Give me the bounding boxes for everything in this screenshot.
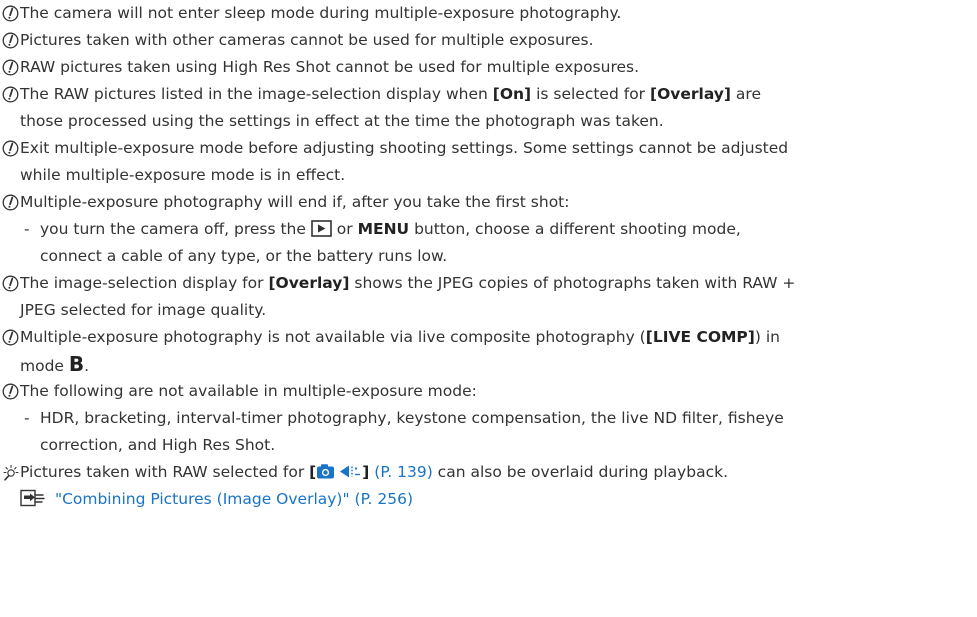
sub-text-part: connect a cable of any type, or the batt…	[40, 247, 448, 265]
sub-text-part: correction, and High Res Shot.	[40, 436, 276, 454]
note-text: The image-selection display for [Overlay…	[0, 270, 960, 324]
sub-item: - HDR, bracketing, interval-timer photog…	[20, 405, 960, 459]
sub-text-part: you turn the camera off, press the	[40, 220, 311, 238]
caution-icon	[2, 140, 19, 157]
note-text: The following are not available in multi…	[20, 382, 477, 400]
sub-dash: -	[24, 220, 30, 238]
bracket-open: [	[309, 463, 317, 481]
menu-option-overlay: [Overlay]	[268, 274, 350, 292]
sub-item-text: HDR, bracketing, interval-timer photogra…	[20, 405, 960, 459]
note-text-part: Exit multiple-exposure mode before adjus…	[20, 139, 789, 157]
sub-item-text: you turn the camera off, press the or ME…	[20, 216, 960, 270]
playback-button-icon	[311, 220, 332, 237]
note-text: The camera will not enter sleep mode dur…	[20, 4, 622, 22]
caution-icon	[2, 5, 19, 22]
tip-lightbulb-icon	[3, 464, 19, 481]
reference-hand-icon	[20, 489, 45, 507]
note-text-part: The RAW pictures listed in the image-sel…	[20, 85, 493, 103]
caution-note: Pictures taken with other cameras cannot…	[0, 27, 960, 54]
mode-b-symbol: B	[68, 352, 85, 376]
caution-note: The camera will not enter sleep mode dur…	[0, 0, 960, 27]
menu-option-live-comp: [LIVE COMP]	[645, 328, 755, 346]
caution-icon	[2, 86, 19, 103]
caution-note: The RAW pictures listed in the image-sel…	[0, 81, 960, 135]
caution-icon	[2, 59, 19, 76]
note-text: Exit multiple-exposure mode before adjus…	[0, 135, 960, 189]
caution-note: The image-selection display for [Overlay…	[0, 270, 960, 324]
note-text: Multiple-exposure photography will end i…	[20, 193, 570, 211]
tip-text: Pictures taken with RAW selected for [] …	[0, 459, 960, 486]
note-text: Pictures taken with other cameras cannot…	[20, 31, 594, 49]
tip-note: Pictures taken with RAW selected for [] …	[0, 459, 960, 486]
note-text: The RAW pictures listed in the image-sel…	[0, 81, 960, 135]
note-text-part: is selected for	[531, 85, 650, 103]
camera-image-quality-icon	[317, 464, 361, 479]
note-text-part: mode	[20, 357, 69, 375]
tip-text-part: can also be overlaid during playback.	[432, 463, 728, 481]
menu-button-label: MENU	[357, 220, 410, 238]
caution-note: RAW pictures taken using High Res Shot c…	[0, 54, 960, 81]
cross-reference: "Combining Pictures (Image Overlay)" (P.…	[20, 486, 413, 513]
caution-note: Multiple-exposure photography will end i…	[0, 189, 960, 216]
note-text-part: Multiple-exposure photography is not ava…	[20, 328, 646, 346]
manual-page: The camera will not enter sleep mode dur…	[0, 0, 977, 617]
note-text: Multiple-exposure photography is not ava…	[0, 324, 960, 380]
note-text: RAW pictures taken using High Res Shot c…	[20, 58, 640, 76]
note-text-part: shows the JPEG copies of photographs tak…	[349, 274, 796, 292]
sub-text-part: HDR, bracketing, interval-timer photogra…	[40, 409, 784, 427]
sub-dash: -	[24, 409, 30, 427]
tip-text-part: Pictures taken with RAW selected for	[20, 463, 310, 481]
note-text-part: those processed using the settings in ef…	[20, 112, 664, 130]
note-text-part: JPEG selected for image quality.	[20, 301, 267, 319]
caution-icon	[2, 32, 19, 49]
note-text-part: while multiple-exposure mode is in effec…	[20, 166, 346, 184]
note-text-part: are	[731, 85, 761, 103]
page-139-link[interactable]: (P. 139)	[374, 463, 432, 481]
caution-note: Multiple-exposure photography is not ava…	[0, 324, 960, 380]
caution-icon	[2, 275, 19, 292]
sub-text-part: button, choose a different shooting mode…	[409, 220, 741, 238]
note-text-part: The image-selection display for	[20, 274, 269, 292]
menu-option-overlay: [Overlay]	[649, 85, 731, 103]
sub-text-part: or	[331, 220, 358, 238]
caution-icon	[2, 194, 19, 211]
note-text-part: .	[84, 357, 90, 375]
note-text-part: ) in	[754, 328, 780, 346]
menu-option-on: [On]	[492, 85, 532, 103]
bracket-close: ]	[362, 463, 370, 481]
caution-note: Exit multiple-exposure mode before adjus…	[0, 135, 960, 189]
combining-pictures-link[interactable]: "Combining Pictures (Image Overlay)" (P.…	[55, 490, 413, 508]
caution-icon	[2, 383, 19, 400]
caution-icon	[2, 329, 19, 346]
sub-item: - you turn the camera off, press the or …	[20, 216, 960, 270]
caution-note: The following are not available in multi…	[0, 378, 960, 405]
